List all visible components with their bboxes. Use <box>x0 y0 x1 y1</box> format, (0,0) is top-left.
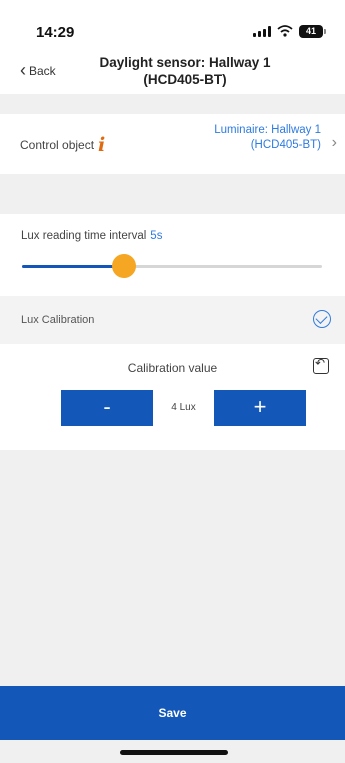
slider-thumb[interactable] <box>112 254 136 278</box>
status-icons: 41 <box>253 24 326 38</box>
battery-icon: 41 <box>299 24 326 38</box>
home-indicator <box>120 750 228 755</box>
chevron-right-icon: › <box>331 134 337 151</box>
slider-fill <box>22 265 124 268</box>
status-bar: 14:29 41 <box>0 0 345 44</box>
lux-interval-slider[interactable] <box>22 254 322 278</box>
page-title: Daylight sensor: Hallway 1 (HCD405-BT) <box>70 54 300 88</box>
signal-icon <box>253 25 271 37</box>
chevron-left-icon: ‹ <box>20 60 26 80</box>
decrease-button[interactable]: - <box>61 390 153 426</box>
battery-level: 41 <box>305 25 316 36</box>
lux-calibration-row[interactable]: Lux Calibration <box>0 296 345 344</box>
lux-interval-value: 5s <box>150 230 163 242</box>
save-button[interactable]: Save <box>0 686 345 740</box>
info-icon[interactable]: i <box>98 136 105 155</box>
page-title-line2: (HCD405-BT) <box>143 72 227 87</box>
status-time: 14:29 <box>36 24 75 41</box>
control-object-value: Luminaire: Hallway 1 (HCD405-BT) <box>171 123 321 153</box>
reset-icon[interactable] <box>313 356 329 374</box>
navigation-header: ‹ Back Daylight sensor: Hallway 1 (HCD40… <box>0 44 345 94</box>
control-object-value-line2: (HCD405-BT) <box>250 139 321 151</box>
lux-interval-row: Lux reading time interval 5s <box>0 214 345 296</box>
control-object-value-line1: Luminaire: Hallway 1 <box>214 124 321 136</box>
lux-interval-label-group: Lux reading time interval 5s <box>21 230 162 242</box>
lux-interval-label: Lux reading time interval <box>21 230 147 242</box>
increase-button[interactable]: + <box>214 390 306 426</box>
back-button[interactable]: ‹ Back <box>20 60 56 80</box>
calibration-title: Calibration value <box>127 361 218 375</box>
back-label: Back <box>29 64 56 78</box>
control-object-label-group: Control object i <box>20 136 105 155</box>
control-object-row[interactable]: Control object i Luminaire: Hallway 1 (H… <box>0 114 345 174</box>
calibration-value: 4 Lux <box>171 402 196 413</box>
wifi-icon <box>277 25 293 37</box>
calibration-panel: Calibration value - 4 Lux + <box>0 344 345 450</box>
check-circle-icon[interactable] <box>313 310 331 328</box>
lux-calibration-label: Lux Calibration <box>21 314 95 326</box>
control-object-label: Control object <box>20 138 95 152</box>
page-title-line1: Daylight sensor: Hallway 1 <box>99 55 271 70</box>
